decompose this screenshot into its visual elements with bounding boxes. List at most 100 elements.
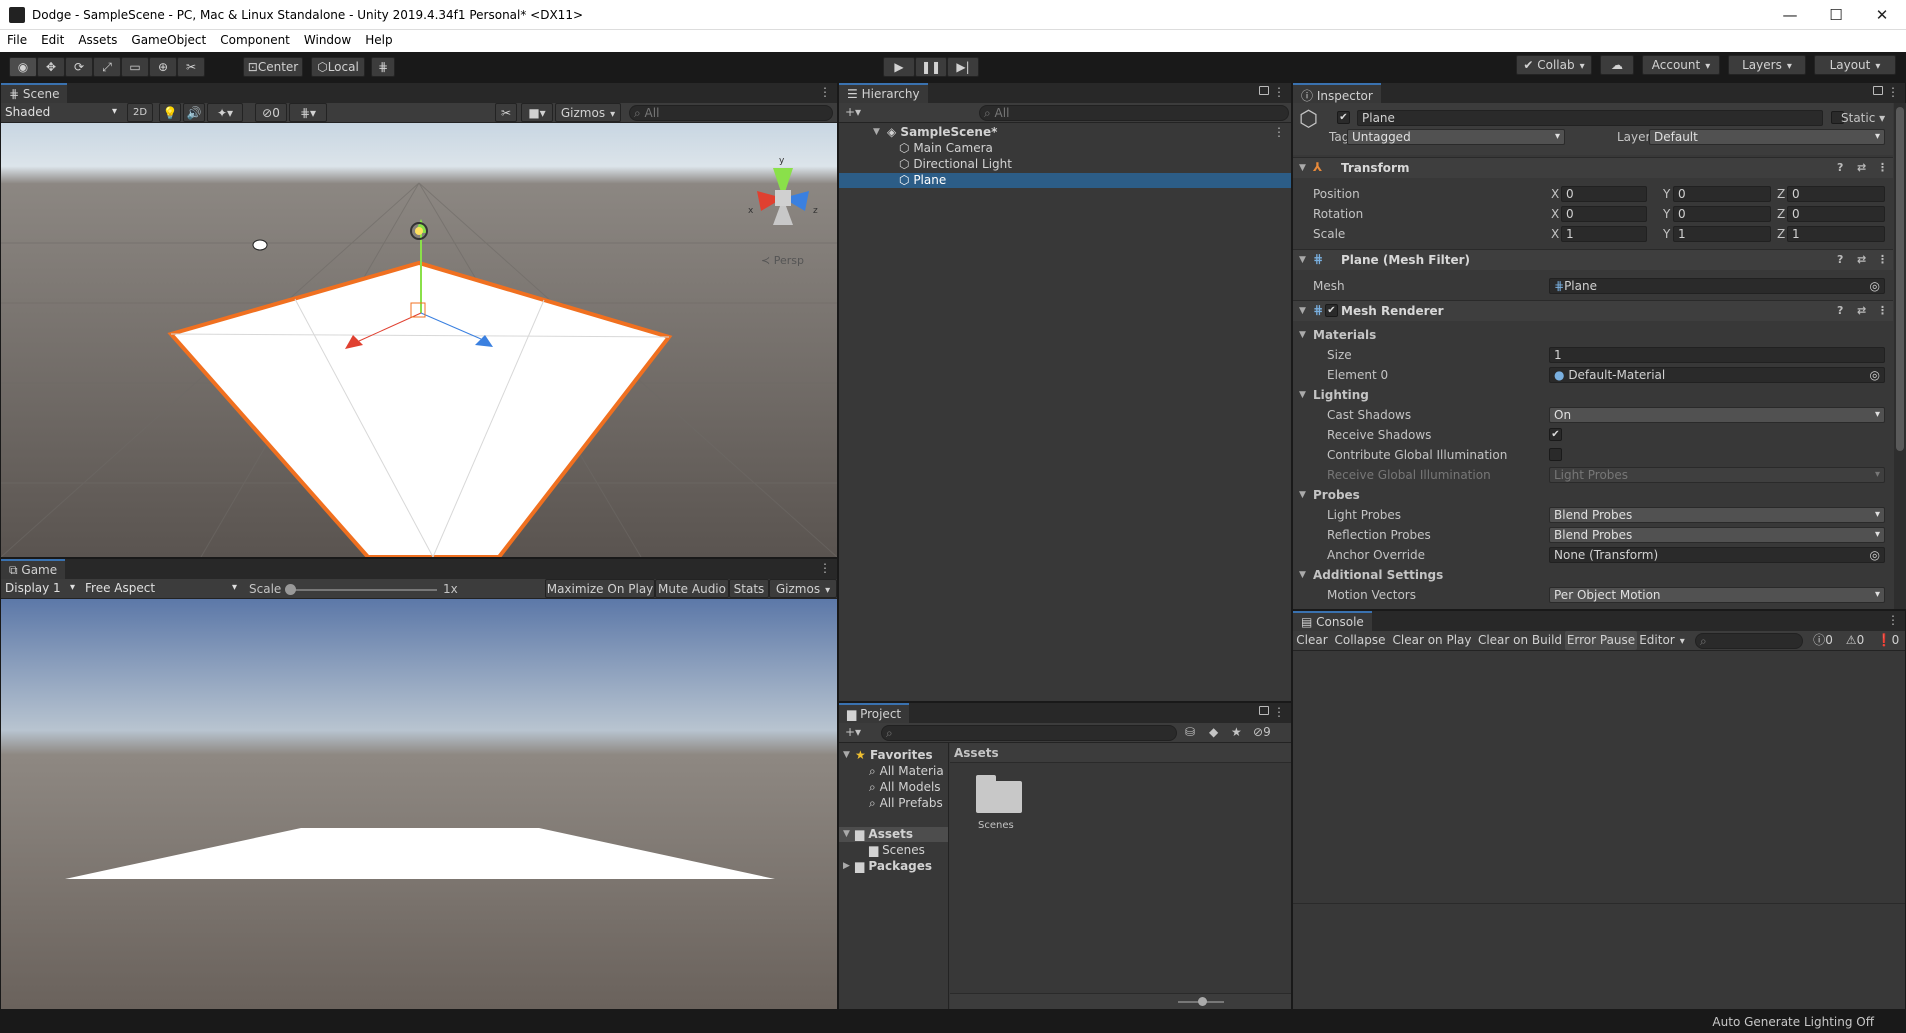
layout-dropdown[interactable]: Layout xyxy=(1814,55,1896,75)
clear-on-build-toggle[interactable]: Clear on Build xyxy=(1475,631,1565,650)
inspector-menu-icon[interactable]: ⋮ xyxy=(1887,85,1899,99)
maximize-button[interactable]: ☐ xyxy=(1816,4,1856,26)
error-pause-toggle[interactable]: Error Pause xyxy=(1565,631,1637,650)
assets-node[interactable]: ▆ Assets xyxy=(855,827,913,841)
maximize-on-play-toggle[interactable]: Maximize On Play xyxy=(545,579,655,598)
active-checkbox[interactable]: ✔ xyxy=(1337,111,1350,124)
help-icon[interactable]: ? xyxy=(1837,253,1843,266)
2d-toggle[interactable]: 2D xyxy=(127,103,153,122)
anchor-override-field[interactable]: None (Transform) ◎ xyxy=(1549,547,1885,563)
console-split-divider[interactable] xyxy=(1293,903,1905,904)
menu-file[interactable]: File xyxy=(0,30,34,52)
project-add-icon[interactable]: +▾ xyxy=(845,725,861,739)
collab-dropdown[interactable]: ✔ Collab xyxy=(1516,55,1592,75)
mute-audio-toggle[interactable]: Mute Audio xyxy=(655,579,729,598)
favorites-fold-icon[interactable]: ▼ xyxy=(843,750,850,760)
scale-z-field[interactable]: 1 xyxy=(1787,226,1885,242)
pivot-space-toggle[interactable]: ⬡Local xyxy=(311,57,365,77)
mesh-object-field[interactable]: ⋕Plane ◎ xyxy=(1549,278,1885,294)
breadcrumb-assets[interactable]: Assets xyxy=(954,746,999,760)
rotation-y-field[interactable]: 0 xyxy=(1673,206,1771,222)
receive-shadows-checkbox[interactable]: ✔ xyxy=(1549,428,1562,441)
layers-dropdown[interactable]: Layers xyxy=(1728,55,1806,75)
tab-inspector[interactable]: ⓘ Inspector xyxy=(1293,83,1381,103)
lighting-label[interactable]: Lighting xyxy=(1313,388,1369,402)
menu-edit[interactable]: Edit xyxy=(34,30,71,52)
minimize-button[interactable]: — xyxy=(1770,4,1810,26)
console-clear-button[interactable]: Clear xyxy=(1293,631,1331,650)
mesh-renderer-enabled-checkbox[interactable]: ✔ xyxy=(1325,304,1338,317)
transform-header[interactable]: ▼ ⅄ Transform ? ⇄ ⋮ xyxy=(1293,157,1893,178)
tab-scene[interactable]: ⋕ Scene xyxy=(1,83,68,103)
scale-tool-icon[interactable]: ⤢ xyxy=(93,57,121,77)
shading-mode-dropdown[interactable]: Shaded xyxy=(1,105,121,121)
search-by-type-icon[interactable]: ⛁ xyxy=(1185,725,1195,739)
move-tool-icon[interactable]: ✥ xyxy=(37,57,65,77)
hierarchy-item-directional-light[interactable]: ⬡ Directional Light xyxy=(899,157,1012,171)
scale-slider-thumb[interactable] xyxy=(285,584,296,595)
menu-component[interactable]: Component xyxy=(213,30,297,52)
help-icon[interactable]: ? xyxy=(1837,304,1843,317)
icon-size-slider-thumb[interactable] xyxy=(1198,997,1207,1006)
additional-fold-icon[interactable]: ▼ xyxy=(1299,570,1306,580)
hierarchy-menu-icon[interactable]: ⋮ xyxy=(1273,85,1285,99)
motion-vectors-dropdown[interactable]: Per Object Motion xyxy=(1549,587,1885,603)
light-probes-dropdown[interactable]: Blend Probes xyxy=(1549,507,1885,523)
favorite-all-materials[interactable]: ⌕ All Materia xyxy=(869,764,944,779)
additional-settings-label[interactable]: Additional Settings xyxy=(1313,568,1443,582)
lock-icon[interactable] xyxy=(1259,706,1269,715)
game-gizmos-dropdown[interactable]: Gizmos xyxy=(769,579,837,598)
view-tool-icon[interactable]: ◉ xyxy=(9,57,37,77)
tab-project[interactable]: ▆ Project xyxy=(839,703,910,723)
assets-fold-icon[interactable]: ▼ xyxy=(843,829,850,839)
materials-fold-icon[interactable]: ▼ xyxy=(1299,330,1306,340)
tag-dropdown[interactable]: Untagged xyxy=(1347,129,1565,145)
play-button[interactable]: ▶ xyxy=(883,57,915,77)
console-collapse-toggle[interactable]: Collapse xyxy=(1331,631,1389,650)
static-dropdown[interactable]: Static ▾ xyxy=(1841,111,1885,125)
scenes-node[interactable]: ▆ Scenes xyxy=(869,843,925,857)
error-filter-toggle[interactable]: ❗0 xyxy=(1871,631,1905,650)
cloud-icon[interactable]: ☁ xyxy=(1600,55,1634,75)
tab-game[interactable]: ⧉ Game xyxy=(1,559,66,579)
grid-toggle-icon[interactable]: ⋕▾ xyxy=(289,103,327,122)
scene-search-input[interactable]: ⌕ All xyxy=(629,105,833,121)
cast-shadows-dropdown[interactable]: On xyxy=(1549,407,1885,423)
hidden-objects-icon[interactable]: ⊘0 xyxy=(255,103,287,122)
scene-kebab-icon[interactable]: ⋮ xyxy=(1273,125,1285,139)
warning-filter-toggle[interactable]: ⚠0 xyxy=(1839,631,1871,650)
game-viewport[interactable] xyxy=(1,599,837,1009)
tab-console[interactable]: ▤ Console xyxy=(1293,611,1372,631)
preset-icon[interactable]: ⇄ xyxy=(1857,253,1866,266)
mesh-filter-header[interactable]: ▼ ⋕ Plane (Mesh Filter) ? ⇄ ⋮ xyxy=(1293,249,1893,270)
rotation-x-field[interactable]: 0 xyxy=(1561,206,1647,222)
project-menu-icon[interactable]: ⋮ xyxy=(1273,705,1285,719)
step-button[interactable]: ▶| xyxy=(947,57,979,77)
reflection-probes-dropdown[interactable]: Blend Probes xyxy=(1549,527,1885,543)
mesh-renderer-header[interactable]: ▼ ⋕ ✔ Mesh Renderer ? ⇄ ⋮ xyxy=(1293,300,1893,321)
console-menu-icon[interactable]: ⋮ xyxy=(1887,613,1899,627)
component-menu-icon[interactable]: ⋮ xyxy=(1877,161,1888,174)
contribute-gi-checkbox[interactable] xyxy=(1549,448,1562,461)
object-picker-icon[interactable]: ◎ xyxy=(1870,368,1880,382)
pivot-center-toggle[interactable]: ⊡Center xyxy=(243,57,303,77)
favorites-star-icon[interactable]: ★ xyxy=(1231,725,1242,739)
account-dropdown[interactable]: Account xyxy=(1642,55,1720,75)
tools-icon[interactable]: ✂ xyxy=(495,103,517,122)
hierarchy-scene-root[interactable]: ◈ SampleScene* xyxy=(887,125,997,139)
grid-snap-icon[interactable]: ⋕ xyxy=(371,57,395,77)
pause-button[interactable]: ❚❚ xyxy=(915,57,947,77)
materials-label[interactable]: Materials xyxy=(1313,328,1376,342)
audio-toggle-icon[interactable]: 🔊 xyxy=(183,103,205,122)
search-by-label-icon[interactable]: ◆ xyxy=(1209,725,1218,739)
scene-menu-icon[interactable]: ⋮ xyxy=(819,85,831,99)
position-y-field[interactable]: 0 xyxy=(1673,186,1771,202)
info-filter-toggle[interactable]: ⓘ0 xyxy=(1807,631,1839,650)
object-picker-icon[interactable]: ◎ xyxy=(1870,279,1880,293)
position-z-field[interactable]: 0 xyxy=(1787,186,1885,202)
favorites-node[interactable]: ★ Favorites xyxy=(855,748,933,762)
packages-node[interactable]: ▆ Packages xyxy=(855,859,932,873)
materials-size-field[interactable]: 1 xyxy=(1549,347,1885,363)
custom-tool-icon[interactable]: ✂ xyxy=(177,57,205,77)
inspector-scrollbar[interactable] xyxy=(1894,103,1906,609)
